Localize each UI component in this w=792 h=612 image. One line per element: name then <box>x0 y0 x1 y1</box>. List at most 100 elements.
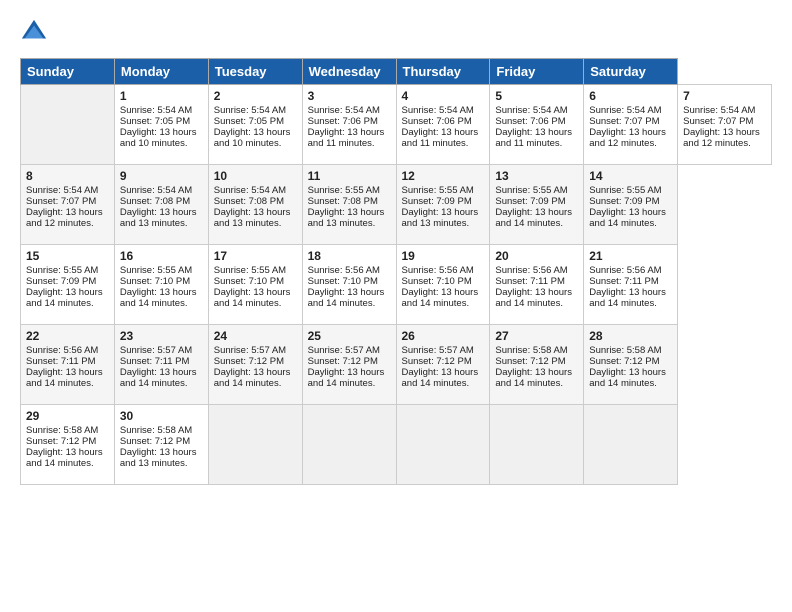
week-row-3: 15 Sunrise: 5:55 AM Sunset: 7:09 PM Dayl… <box>21 245 772 325</box>
calendar-cell: 1 Sunrise: 5:54 AM Sunset: 7:05 PM Dayli… <box>114 85 208 165</box>
daylight-label: Daylight: 13 hours and 14 minutes. <box>120 367 197 389</box>
sunrise-label: Sunrise: 5:54 AM <box>120 105 192 116</box>
sunrise-label: Sunrise: 5:56 AM <box>26 345 98 356</box>
day-number: 9 <box>120 169 203 183</box>
daylight-label: Daylight: 13 hours and 14 minutes. <box>495 367 572 389</box>
calendar-cell: 7 Sunrise: 5:54 AM Sunset: 7:07 PM Dayli… <box>678 85 772 165</box>
day-number: 29 <box>26 409 109 423</box>
daylight-label: Daylight: 13 hours and 13 minutes. <box>214 207 291 229</box>
daylight-label: Daylight: 13 hours and 14 minutes. <box>308 367 385 389</box>
calendar-cell: 29 Sunrise: 5:58 AM Sunset: 7:12 PM Dayl… <box>21 405 115 485</box>
calendar-cell <box>302 405 396 485</box>
calendar-cell: 28 Sunrise: 5:58 AM Sunset: 7:12 PM Dayl… <box>584 325 678 405</box>
daylight-label: Daylight: 13 hours and 10 minutes. <box>214 127 291 149</box>
sunrise-label: Sunrise: 5:55 AM <box>308 185 380 196</box>
sunset-label: Sunset: 7:12 PM <box>495 356 565 367</box>
day-number: 4 <box>402 89 485 103</box>
sunrise-label: Sunrise: 5:55 AM <box>402 185 474 196</box>
sunset-label: Sunset: 7:11 PM <box>120 356 190 367</box>
day-number: 7 <box>683 89 766 103</box>
week-row-2: 8 Sunrise: 5:54 AM Sunset: 7:07 PM Dayli… <box>21 165 772 245</box>
daylight-label: Daylight: 13 hours and 14 minutes. <box>495 207 572 229</box>
daylight-label: Daylight: 13 hours and 11 minutes. <box>402 127 479 149</box>
sunset-label: Sunset: 7:06 PM <box>402 116 472 127</box>
calendar-cell: 26 Sunrise: 5:57 AM Sunset: 7:12 PM Dayl… <box>396 325 490 405</box>
calendar-cell: 19 Sunrise: 5:56 AM Sunset: 7:10 PM Dayl… <box>396 245 490 325</box>
calendar-cell: 17 Sunrise: 5:55 AM Sunset: 7:10 PM Dayl… <box>208 245 302 325</box>
daylight-label: Daylight: 13 hours and 14 minutes. <box>214 287 291 309</box>
day-number: 21 <box>589 249 672 263</box>
calendar-cell: 18 Sunrise: 5:56 AM Sunset: 7:10 PM Dayl… <box>302 245 396 325</box>
sunrise-label: Sunrise: 5:54 AM <box>214 105 286 116</box>
week-row-1: 1 Sunrise: 5:54 AM Sunset: 7:05 PM Dayli… <box>21 85 772 165</box>
sunset-label: Sunset: 7:08 PM <box>120 196 190 207</box>
sunset-label: Sunset: 7:07 PM <box>26 196 96 207</box>
daylight-label: Daylight: 13 hours and 11 minutes. <box>495 127 572 149</box>
day-header-wednesday: Wednesday <box>302 59 396 85</box>
sunrise-label: Sunrise: 5:55 AM <box>495 185 567 196</box>
sunrise-label: Sunrise: 5:57 AM <box>308 345 380 356</box>
day-number: 18 <box>308 249 391 263</box>
daylight-label: Daylight: 13 hours and 11 minutes. <box>308 127 385 149</box>
calendar-cell: 30 Sunrise: 5:58 AM Sunset: 7:12 PM Dayl… <box>114 405 208 485</box>
sunrise-label: Sunrise: 5:58 AM <box>589 345 661 356</box>
day-number: 23 <box>120 329 203 343</box>
daylight-label: Daylight: 13 hours and 13 minutes. <box>402 207 479 229</box>
day-number: 1 <box>120 89 203 103</box>
sunset-label: Sunset: 7:10 PM <box>308 276 378 287</box>
sunrise-label: Sunrise: 5:57 AM <box>214 345 286 356</box>
calendar-cell: 4 Sunrise: 5:54 AM Sunset: 7:06 PM Dayli… <box>396 85 490 165</box>
sunrise-label: Sunrise: 5:55 AM <box>120 265 192 276</box>
sunrise-label: Sunrise: 5:58 AM <box>26 425 98 436</box>
sunset-label: Sunset: 7:05 PM <box>120 116 190 127</box>
daylight-label: Daylight: 13 hours and 13 minutes. <box>120 207 197 229</box>
calendar-cell: 16 Sunrise: 5:55 AM Sunset: 7:10 PM Dayl… <box>114 245 208 325</box>
daylight-label: Daylight: 13 hours and 14 minutes. <box>26 287 103 309</box>
sunset-label: Sunset: 7:06 PM <box>308 116 378 127</box>
sunrise-label: Sunrise: 5:58 AM <box>120 425 192 436</box>
daylight-label: Daylight: 13 hours and 13 minutes. <box>308 207 385 229</box>
sunset-label: Sunset: 7:09 PM <box>589 196 659 207</box>
daylight-label: Daylight: 13 hours and 14 minutes. <box>214 367 291 389</box>
calendar-cell <box>490 405 584 485</box>
day-number: 11 <box>308 169 391 183</box>
logo <box>20 18 52 46</box>
calendar-cell: 14 Sunrise: 5:55 AM Sunset: 7:09 PM Dayl… <box>584 165 678 245</box>
daylight-label: Daylight: 13 hours and 12 minutes. <box>683 127 760 149</box>
sunset-label: Sunset: 7:09 PM <box>402 196 472 207</box>
sunrise-label: Sunrise: 5:57 AM <box>402 345 474 356</box>
daylight-label: Daylight: 13 hours and 14 minutes. <box>308 287 385 309</box>
sunset-label: Sunset: 7:08 PM <box>214 196 284 207</box>
day-number: 10 <box>214 169 297 183</box>
calendar-cell: 13 Sunrise: 5:55 AM Sunset: 7:09 PM Dayl… <box>490 165 584 245</box>
day-number: 27 <box>495 329 578 343</box>
sunrise-label: Sunrise: 5:56 AM <box>402 265 474 276</box>
day-number: 30 <box>120 409 203 423</box>
day-number: 19 <box>402 249 485 263</box>
calendar-cell: 15 Sunrise: 5:55 AM Sunset: 7:09 PM Dayl… <box>21 245 115 325</box>
week-row-5: 29 Sunrise: 5:58 AM Sunset: 7:12 PM Dayl… <box>21 405 772 485</box>
sunset-label: Sunset: 7:11 PM <box>589 276 659 287</box>
day-number: 24 <box>214 329 297 343</box>
day-number: 17 <box>214 249 297 263</box>
page: SundayMondayTuesdayWednesdayThursdayFrid… <box>0 0 792 612</box>
calendar-cell <box>584 405 678 485</box>
day-number: 22 <box>26 329 109 343</box>
daylight-label: Daylight: 13 hours and 14 minutes. <box>402 367 479 389</box>
sunset-label: Sunset: 7:12 PM <box>402 356 472 367</box>
sunset-label: Sunset: 7:10 PM <box>402 276 472 287</box>
sunset-label: Sunset: 7:07 PM <box>683 116 753 127</box>
sunrise-label: Sunrise: 5:56 AM <box>495 265 567 276</box>
sunset-label: Sunset: 7:09 PM <box>26 276 96 287</box>
calendar-table: SundayMondayTuesdayWednesdayThursdayFrid… <box>20 58 772 485</box>
sunrise-label: Sunrise: 5:57 AM <box>120 345 192 356</box>
sunrise-label: Sunrise: 5:54 AM <box>495 105 567 116</box>
sunset-label: Sunset: 7:11 PM <box>26 356 96 367</box>
sunset-label: Sunset: 7:12 PM <box>120 436 190 447</box>
day-number: 25 <box>308 329 391 343</box>
day-number: 2 <box>214 89 297 103</box>
sunrise-label: Sunrise: 5:55 AM <box>214 265 286 276</box>
sunrise-label: Sunrise: 5:56 AM <box>308 265 380 276</box>
day-number: 12 <box>402 169 485 183</box>
day-header-friday: Friday <box>490 59 584 85</box>
